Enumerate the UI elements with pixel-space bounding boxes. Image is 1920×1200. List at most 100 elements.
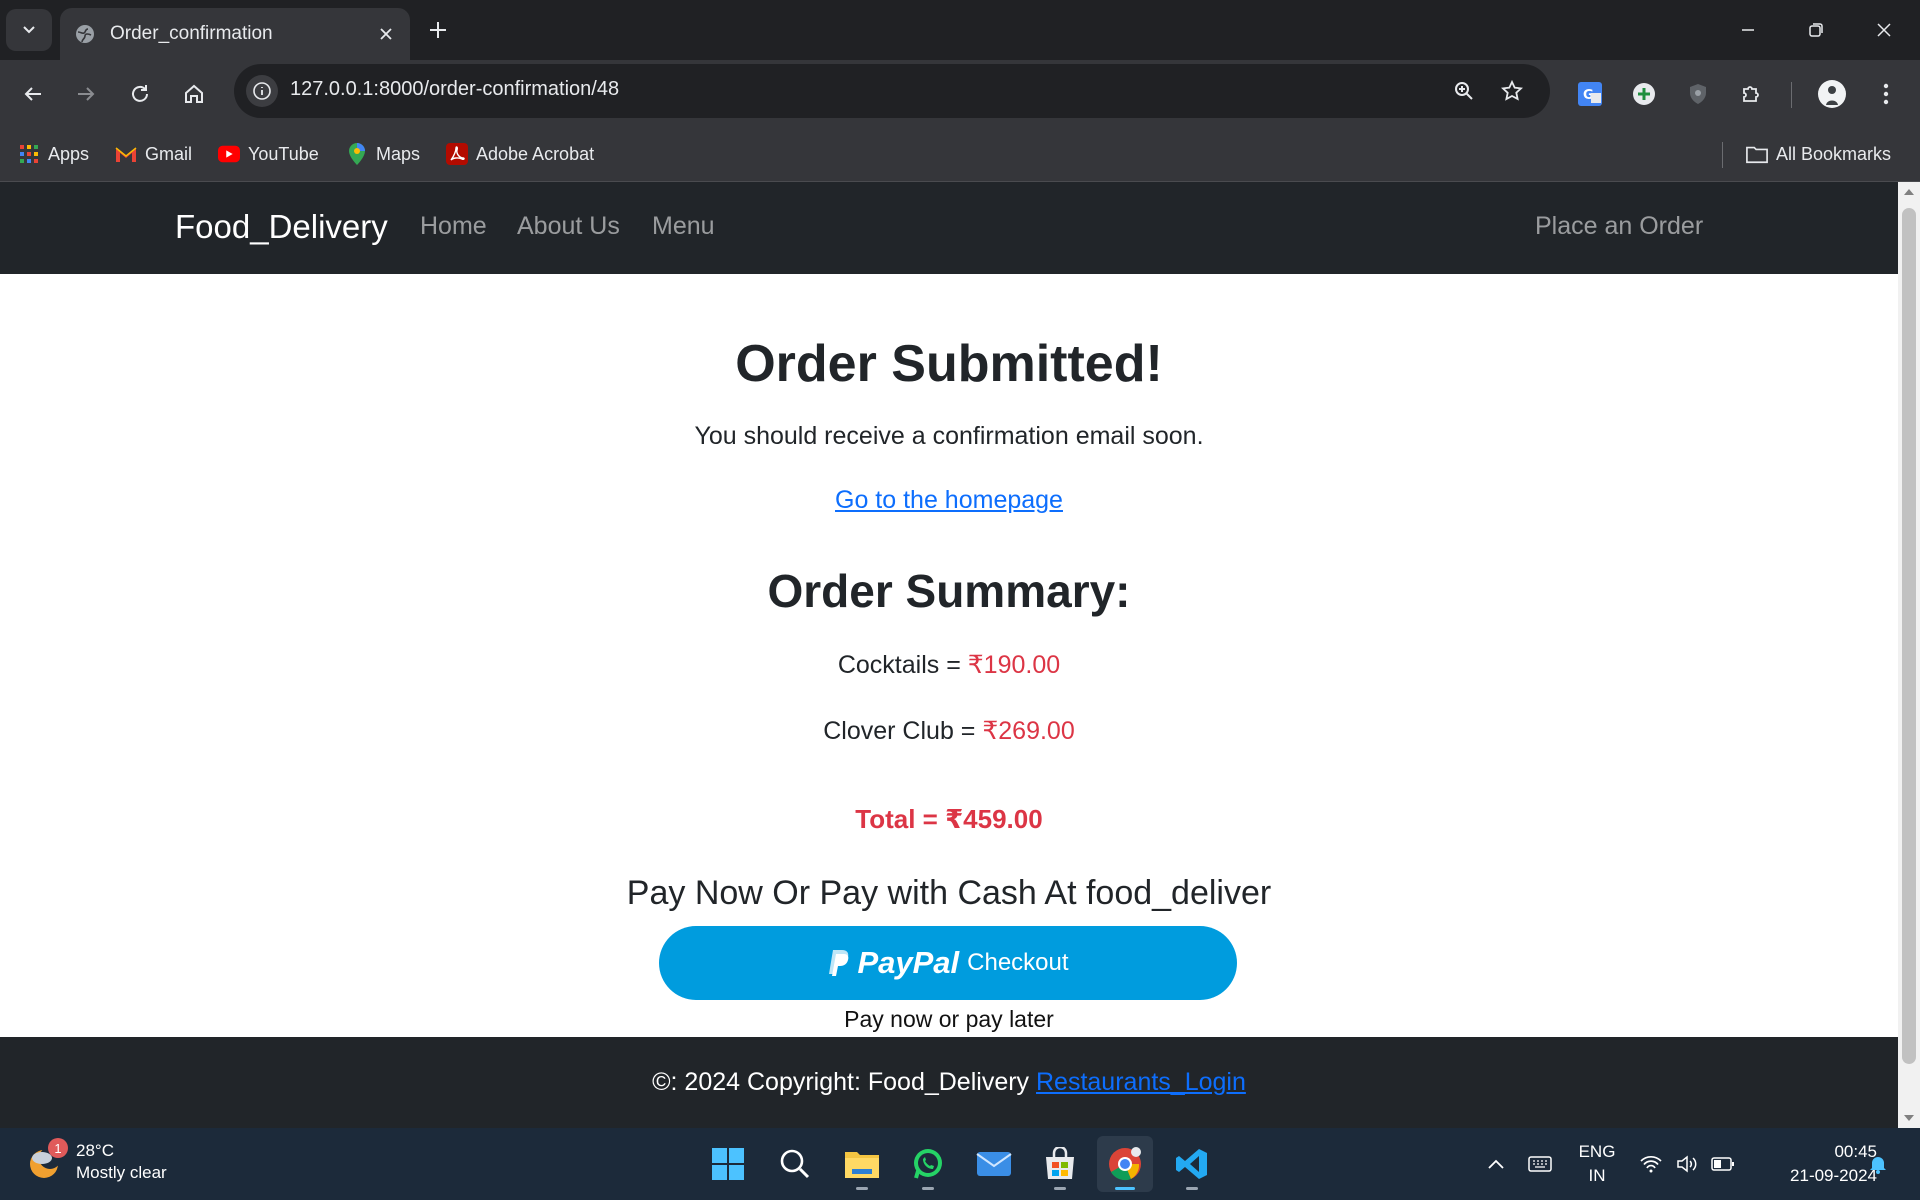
item-name: Clover Club = <box>823 717 983 745</box>
taskbar-store[interactable] <box>1032 1136 1088 1192</box>
close-icon <box>380 28 392 40</box>
add-extension-icon[interactable] <box>1624 74 1664 114</box>
reload-icon <box>132 85 148 102</box>
running-indicator <box>1054 1187 1066 1190</box>
weather-desc: Mostly clear <box>76 1163 167 1182</box>
restore-icon <box>1809 23 1823 37</box>
taskbar-mail[interactable] <box>966 1136 1022 1192</box>
restaurants-login-link[interactable]: Restaurants_Login <box>1036 1068 1246 1096</box>
footer-copyright: ©: 2024 Copyright: Food_Delivery <box>652 1068 1036 1096</box>
close-icon <box>1877 23 1891 37</box>
paypal-checkout-button[interactable]: PayPal Checkout <box>659 926 1237 1000</box>
gmail-icon <box>115 143 137 165</box>
nav-home[interactable]: Home <box>420 212 487 241</box>
more-menu-icon[interactable] <box>1866 74 1906 114</box>
battery-tray-button[interactable] <box>1706 1128 1740 1200</box>
url-text[interactable]: 127.0.0.1:8000/order-confirmation/48 <box>290 78 619 101</box>
taskbar-whatsapp[interactable] <box>900 1136 956 1192</box>
nav-menu[interactable]: Menu <box>652 212 715 241</box>
wifi-tray-button[interactable] <box>1634 1128 1668 1200</box>
wifi-icon <box>1640 1155 1662 1173</box>
taskbar-file-explorer[interactable] <box>834 1136 890 1192</box>
volume-tray-button[interactable] <box>1670 1128 1704 1200</box>
minimize-button[interactable] <box>1714 0 1782 60</box>
order-item: Cocktails = ₹190.00 <box>0 650 1898 680</box>
bookmark-star-icon[interactable] <box>1496 75 1528 107</box>
all-bookmarks-button[interactable]: All Bookmarks <box>1746 138 1891 170</box>
taskbar-vscode[interactable] <box>1164 1136 1220 1192</box>
scroll-down-arrow[interactable] <box>1898 1108 1920 1128</box>
browser-tab-strip: Order_confirmation <box>0 0 1920 60</box>
tab-search-button[interactable] <box>6 9 52 51</box>
folder-icon <box>1746 143 1768 165</box>
confirmation-message: You should receive a confirmation email … <box>694 422 1204 450</box>
speaker-icon <box>1677 1155 1697 1173</box>
taskbar-search-button[interactable] <box>767 1136 823 1192</box>
active-tab[interactable]: Order_confirmation <box>60 8 410 60</box>
back-button[interactable] <box>13 74 53 114</box>
google-translate-icon[interactable]: G <box>1570 74 1610 114</box>
forward-button[interactable] <box>66 74 106 114</box>
puzzle-icon[interactable] <box>1732 74 1772 114</box>
restore-button[interactable] <box>1782 0 1850 60</box>
bookmark-gmail[interactable]: Gmail <box>115 138 192 170</box>
browser-toolbar: 127.0.0.1:8000/order-confirmation/48 G <box>0 60 1920 128</box>
site-info-icon[interactable] <box>246 75 278 107</box>
bookmark-apps[interactable]: Apps <box>18 138 89 170</box>
address-bar[interactable]: 127.0.0.1:8000/order-confirmation/48 <box>234 64 1550 118</box>
folder-icon <box>845 1152 879 1178</box>
weather-temp: 28°C <box>76 1141 114 1160</box>
homepage-link[interactable]: Go to the homepage <box>835 486 1063 514</box>
clock-time: 00:45 <box>1834 1142 1877 1161</box>
bookmark-adobe-acrobat[interactable]: Adobe Acrobat <box>446 138 594 170</box>
nav-about-us[interactable]: About Us <box>517 212 620 241</box>
notifications-button[interactable] <box>1862 1128 1894 1200</box>
minimize-icon <box>1742 29 1754 31</box>
bookmark-maps[interactable]: Maps <box>346 138 420 170</box>
order-summary-title: Order Summary: <box>767 565 1131 617</box>
homepage-link-container: Go to the homepage <box>0 486 1898 515</box>
zoom-icon[interactable] <box>1448 75 1480 107</box>
item-price: ₹190.00 <box>967 651 1061 679</box>
windows-logo-icon <box>712 1148 744 1180</box>
bookmark-label: YouTube <box>248 143 319 164</box>
item-price: ₹269.00 <box>982 717 1075 745</box>
home-icon <box>185 84 203 103</box>
youtube-icon <box>218 143 240 165</box>
scroll-up-arrow[interactable] <box>1898 182 1920 202</box>
taskbar: 1 28°C Mostly clear ENG IN 00:45 21-09-2… <box>0 1128 1920 1200</box>
bookmark-label: Adobe Acrobat <box>476 143 595 164</box>
moon-cloud-icon: 1 <box>26 1138 68 1182</box>
start-button[interactable] <box>700 1136 756 1192</box>
weather-widget[interactable]: 1 28°C Mostly clear <box>26 1138 167 1184</box>
window-close-button[interactable] <box>1850 0 1918 60</box>
plus-icon <box>430 22 446 38</box>
language-code: ENG <box>1578 1142 1616 1161</box>
apps-grid-icon <box>18 143 40 165</box>
reload-button[interactable] <box>120 74 160 114</box>
shield-extension-icon[interactable] <box>1678 74 1718 114</box>
nav-place-order[interactable]: Place an Order <box>1535 212 1703 241</box>
profile-avatar[interactable] <box>1812 74 1852 114</box>
bookmark-youtube[interactable]: YouTube <box>218 138 319 170</box>
mail-icon <box>976 1152 1012 1176</box>
show-hidden-icons-button[interactable] <box>1478 1128 1514 1200</box>
store-icon <box>1046 1147 1074 1179</box>
vscode-icon <box>1176 1149 1207 1179</box>
system-clock[interactable]: 00:45 21-09-2024 <box>1752 1140 1877 1188</box>
running-indicator <box>856 1187 868 1190</box>
taskbar-chrome[interactable] <box>1097 1136 1153 1192</box>
site-brand[interactable]: Food_Delivery <box>175 208 388 246</box>
new-tab-button[interactable] <box>420 12 456 48</box>
keyboard-tray-button[interactable] <box>1522 1128 1558 1200</box>
page-scrollbar[interactable] <box>1898 182 1920 1128</box>
search-icon <box>780 1149 810 1179</box>
language-indicator[interactable]: ENG IN <box>1572 1140 1622 1188</box>
order-total: Total = ₹459.00 <box>855 804 1043 834</box>
bookmarks-divider <box>1722 142 1723 168</box>
scroll-thumb[interactable] <box>1902 208 1916 1064</box>
page-title: Order Submitted! <box>735 335 1163 393</box>
home-button[interactable] <box>174 74 214 114</box>
tab-close-button[interactable] <box>368 16 404 52</box>
site-navbar: Food_Delivery Home About Us Menu Place a… <box>0 182 1898 274</box>
